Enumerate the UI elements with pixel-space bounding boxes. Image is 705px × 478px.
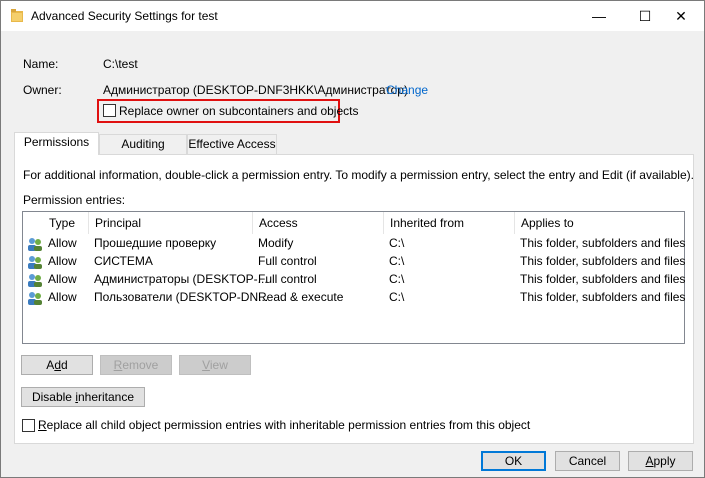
table-row[interactable]: Allow Пользователи (DESKTOP-DN... Read &… (23, 289, 686, 307)
entry-inherited-from: C:\ (389, 272, 405, 286)
remove-button[interactable]: Remove (100, 355, 172, 375)
minimize-icon: — (592, 8, 606, 24)
apply-button[interactable]: Apply (628, 451, 693, 471)
entry-applies-to: This folder, subfolders and files (520, 236, 686, 250)
users-group-icon (28, 238, 42, 251)
minimize-button[interactable]: — (576, 1, 622, 31)
entry-access: Full control (258, 272, 317, 286)
apply-button-label-end: pply (653, 454, 676, 468)
replace-owner-checkbox[interactable] (103, 104, 116, 117)
window-title: Advanced Security Settings for test (31, 9, 218, 23)
replace-owner-highlight: Replace owner on subcontainers and objec… (97, 99, 358, 123)
tab-permissions-label: Permissions (23, 135, 90, 149)
cancel-button[interactable]: Cancel (555, 451, 620, 471)
entry-type: Allow (48, 272, 77, 286)
name-label: Name: (23, 57, 59, 71)
users-group-icon (28, 256, 42, 269)
entry-access: Read & execute (258, 290, 344, 304)
disable-inheritance-label-start: Disable (31, 390, 76, 404)
replace-child-label-end: eplace all child object permission entri… (46, 418, 531, 432)
disable-inheritance-label-end: nheritance (77, 390, 135, 404)
users-group-icon (28, 274, 42, 287)
ok-button[interactable]: OK (481, 451, 546, 471)
column-header-principal[interactable]: Principal (89, 212, 253, 234)
entry-access: Full control (258, 254, 317, 268)
close-icon: ✕ (675, 8, 687, 24)
remove-button-label-end: emove (122, 358, 159, 372)
add-button-label-end: d (61, 358, 68, 372)
permission-entries-label: Permission entries: (23, 193, 126, 207)
column-header-access[interactable]: Access (253, 212, 384, 234)
entry-inherited-from: C:\ (389, 290, 405, 304)
replace-child-permissions-label[interactable]: Replace all child object permission entr… (38, 418, 530, 432)
disable-inheritance-button[interactable]: Disable inheritance (21, 387, 145, 407)
folder-icon (11, 9, 23, 22)
permission-entries-list[interactable]: Type Principal Access Inherited from App… (22, 211, 685, 344)
advanced-security-settings-window: Advanced Security Settings for test — ☐ … (0, 0, 705, 478)
column-header-applies-to[interactable]: Applies to (515, 212, 684, 234)
column-header-type[interactable]: Type (43, 212, 89, 234)
entry-principal: Прошедшие проверку (94, 236, 217, 250)
tab-permissions[interactable]: Permissions (14, 132, 99, 155)
entry-applies-to: This folder, subfolders and files (520, 290, 686, 304)
replace-child-permissions-checkbox[interactable] (22, 419, 35, 432)
change-owner-link[interactable]: Change (386, 83, 428, 97)
add-button[interactable]: Add (21, 355, 93, 375)
entry-inherited-from: C:\ (389, 254, 405, 268)
entry-type: Allow (48, 254, 77, 268)
remove-button-accel-key: R (113, 358, 123, 372)
replace-owner-label[interactable]: Replace owner on subcontainers and objec… (119, 104, 358, 118)
entry-inherited-from: C:\ (389, 236, 405, 250)
tab-auditing-label: Auditing (121, 137, 165, 151)
view-button[interactable]: View (179, 355, 251, 375)
apply-button-accel-key: A (645, 454, 654, 468)
tab-effective-access[interactable]: Effective Access (187, 134, 277, 154)
entry-type: Allow (48, 290, 77, 304)
tab-auditing[interactable]: Auditing (99, 134, 187, 154)
table-row[interactable]: Allow СИСТЕМА Full control C:\ This fold… (23, 253, 686, 271)
add-button-accel-key: d (54, 358, 61, 372)
users-group-icon (28, 292, 42, 305)
entry-applies-to: This folder, subfolders and files (520, 272, 686, 286)
replace-child-accel-key: R (38, 418, 47, 432)
instructions-text: For additional information, double-click… (23, 168, 694, 182)
maximize-icon: ☐ (638, 8, 652, 24)
close-button[interactable]: ✕ (658, 1, 704, 31)
view-button-label-end: iew (209, 358, 228, 372)
entry-applies-to: This folder, subfolders and files (520, 254, 686, 268)
tab-effective-access-label: Effective Access (188, 137, 276, 151)
column-header-inherited-from[interactable]: Inherited from (384, 212, 515, 234)
entry-access: Modify (258, 236, 294, 250)
entry-principal: Администраторы (DESKTOP-... (94, 272, 268, 286)
view-button-accel-key: V (202, 358, 210, 372)
table-row[interactable]: Allow Администраторы (DESKTOP-... Full c… (23, 271, 686, 289)
owner-value: Администратор (DESKTOP-DNF3HKK\Администр… (103, 83, 408, 97)
name-value: C:\test (103, 57, 138, 71)
table-row[interactable]: Allow Прошедшие проверку Modify C:\ This… (23, 235, 686, 253)
entry-principal: Пользователи (DESKTOP-DN... (94, 290, 269, 304)
entry-type: Allow (48, 236, 77, 250)
entry-principal: СИСТЕМА (94, 254, 153, 268)
title-bar[interactable]: Advanced Security Settings for test — ☐ … (1, 1, 704, 31)
owner-label: Owner: (23, 83, 62, 97)
